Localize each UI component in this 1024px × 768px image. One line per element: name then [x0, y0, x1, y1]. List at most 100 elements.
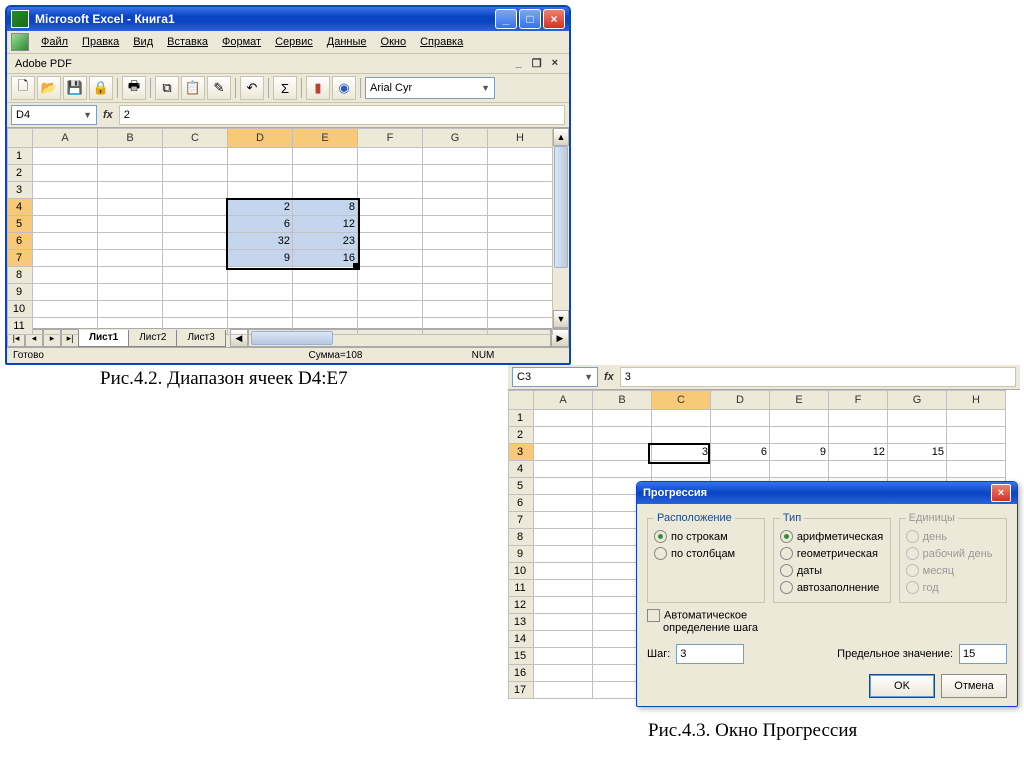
autosum-icon[interactable]: Σ	[273, 76, 297, 100]
menu-edit[interactable]: Правка	[80, 34, 121, 50]
group-layout: Расположение по строкам по столбцам	[647, 512, 765, 603]
menubar: Файл Правка Вид Вставка Формат Сервис Да…	[7, 31, 569, 54]
name-box[interactable]: C3 ▼	[512, 367, 598, 387]
scroll-thumb[interactable]	[251, 331, 333, 345]
radio-icon	[780, 547, 793, 560]
input-limit[interactable]: 15	[959, 644, 1007, 664]
scroll-up-icon[interactable]: ▲	[553, 128, 569, 146]
menu-view[interactable]: Вид	[131, 34, 155, 50]
radio-icon	[780, 564, 793, 577]
name-box[interactable]: D4 ▼	[11, 105, 97, 125]
radio-workday: рабочий день	[906, 545, 1000, 562]
radio-icon	[906, 547, 919, 560]
font-dropdown[interactable]: Arial Cyr ▼	[365, 77, 495, 99]
adobe-label[interactable]: Adobe PDF	[15, 58, 72, 70]
dialog-titlebar[interactable]: Прогрессия ×	[637, 482, 1017, 504]
scroll-down-icon[interactable]: ▼	[553, 310, 569, 328]
group-layout-legend: Расположение	[654, 512, 735, 524]
excel-icon	[11, 10, 29, 28]
menu-file[interactable]: Файл	[39, 34, 70, 50]
formula-input[interactable]: 2	[119, 105, 565, 125]
undo-icon[interactable]: ↶	[240, 76, 264, 100]
fx-icon[interactable]: fx	[604, 371, 614, 383]
close-button[interactable]: ×	[543, 9, 565, 29]
status-bar: Готово Сумма=108 NUM	[7, 347, 569, 363]
print-icon[interactable]: 🖶	[122, 76, 146, 100]
titlebar[interactable]: Microsoft Excel - Книга1 _ □ ×	[7, 7, 569, 31]
formula-input[interactable]: 3	[620, 367, 1016, 387]
namebox-value: C3	[517, 371, 531, 383]
checkbox-icon	[647, 609, 660, 622]
status-num: NUM	[443, 350, 523, 361]
sheet-tab-2[interactable]: Лист2	[128, 330, 177, 347]
radio-by-rows[interactable]: по строкам	[654, 528, 758, 545]
menu-help[interactable]: Справка	[418, 34, 465, 50]
menu-window[interactable]: Окно	[379, 34, 409, 50]
dropdown-icon: ▼	[584, 372, 593, 382]
dropdown-icon: ▼	[83, 110, 92, 120]
paste-icon[interactable]: 📋	[181, 76, 205, 100]
radio-month: месяц	[906, 562, 1000, 579]
new-icon[interactable]: 🗋	[11, 76, 35, 100]
spreadsheet-grid[interactable]: ABCDEFGH1234285612632237916891011	[7, 128, 553, 335]
doc-minimize[interactable]: _	[513, 57, 525, 70]
maximize-button[interactable]: □	[519, 9, 541, 29]
label-limit: Предельное значение:	[837, 648, 953, 660]
app-menu-icon[interactable]	[11, 33, 29, 51]
grid-area: ABCDEFGH1234285612632237916891011 ▲ ▼	[7, 128, 569, 328]
radio-icon	[654, 530, 667, 543]
menu-tools[interactable]: Сервис	[273, 34, 315, 50]
chart-icon[interactable]: ▮	[306, 76, 330, 100]
radio-icon	[654, 547, 667, 560]
help-icon[interactable]: ◉	[332, 76, 356, 100]
doc-restore[interactable]: ❐	[529, 57, 545, 70]
radio-icon	[906, 530, 919, 543]
minimize-button[interactable]: _	[495, 9, 517, 29]
save-icon[interactable]: 💾	[63, 76, 87, 100]
permission-icon[interactable]: 🔒	[89, 76, 113, 100]
progression-dialog: Прогрессия × Расположение по строкам по …	[636, 481, 1018, 707]
standard-toolbar: 🗋 📂 💾 🔒 🖶 ⧉ 📋 ✎ ↶ Σ ▮ ◉ Arial Cyr ▼	[7, 74, 569, 103]
vertical-scrollbar[interactable]: ▲ ▼	[552, 128, 569, 328]
input-step[interactable]: 3	[676, 644, 744, 664]
radio-dates[interactable]: даты	[780, 562, 884, 579]
open-icon[interactable]: 📂	[37, 76, 61, 100]
formula-bar-2: C3 ▼ fx 3	[508, 365, 1020, 390]
scroll-right-icon[interactable]: ▶	[551, 329, 569, 347]
dialog-close-button[interactable]: ×	[991, 484, 1011, 502]
sheet-tabs-row: |◂ ◂ ▸ ▸| Лист1 Лист2 Лист3 ◀ ▶	[7, 328, 569, 347]
namebox-value: D4	[16, 109, 30, 121]
cancel-button[interactable]: Отмена	[941, 674, 1007, 698]
radio-year: год	[906, 579, 1000, 596]
menu-insert[interactable]: Вставка	[165, 34, 210, 50]
format-painter-icon[interactable]: ✎	[207, 76, 231, 100]
menu-data[interactable]: Данные	[325, 34, 369, 50]
radio-autofill[interactable]: автозаполнение	[780, 579, 884, 596]
menu-format[interactable]: Формат	[220, 34, 263, 50]
group-type-legend: Тип	[780, 512, 804, 524]
fx-icon[interactable]: fx	[103, 109, 113, 121]
scroll-thumb[interactable]	[554, 146, 568, 268]
checkbox-auto-step[interactable]: Автоматическое определение шага	[647, 609, 1007, 634]
window-title: Microsoft Excel - Книга1	[35, 12, 175, 26]
copy-icon[interactable]: ⧉	[155, 76, 179, 100]
radio-icon	[906, 581, 919, 594]
font-value: Arial Cyr	[370, 82, 412, 94]
group-type: Тип арифметическая геометрическая даты а…	[773, 512, 891, 603]
horizontal-scrollbar[interactable]: ◀ ▶	[230, 329, 569, 347]
group-units: Единицы день рабочий день месяц год	[899, 512, 1007, 603]
figure-caption-1: Рис.4.2. Диапазон ячеек D4:E7	[100, 368, 348, 390]
radio-by-cols[interactable]: по столбцам	[654, 545, 758, 562]
radio-arithmetic[interactable]: арифметическая	[780, 528, 884, 545]
figure-caption-2: Рис.4.3. Окно Прогрессия	[648, 720, 857, 742]
sheet-tab-3[interactable]: Лист3	[176, 330, 225, 347]
ok-button[interactable]: OK	[869, 674, 935, 698]
second-excel-panel: C3 ▼ fx 3 ABCDEFGH1233691215456789101112…	[508, 365, 1020, 700]
dialog-title: Прогрессия	[643, 487, 707, 499]
formula-bar: D4 ▼ fx 2	[7, 103, 569, 128]
doc-close[interactable]: ×	[549, 57, 561, 70]
radio-icon	[906, 564, 919, 577]
excel-window: Microsoft Excel - Книга1 _ □ × Файл Прав…	[5, 5, 571, 365]
radio-geometric[interactable]: геометрическая	[780, 545, 884, 562]
sheet-tab-1[interactable]: Лист1	[78, 330, 129, 347]
